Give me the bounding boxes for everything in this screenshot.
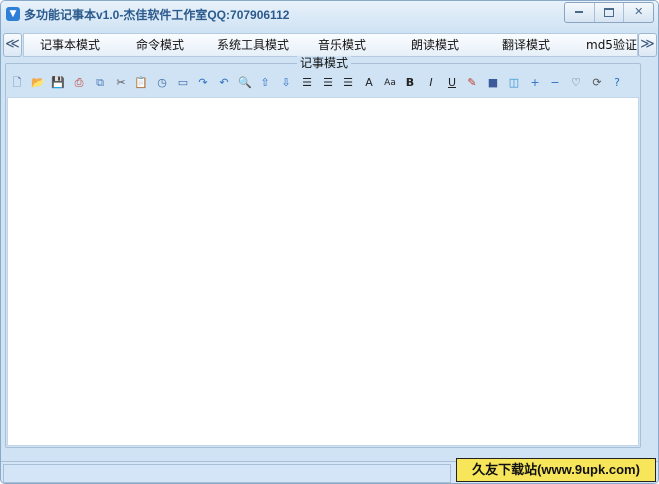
open-folder-button[interactable]: 📂 — [30, 75, 46, 91]
align-right-button[interactable]: ☰ — [340, 75, 356, 91]
editor-toolbar: 🗋 📂 💾 ⎙ ⧉ ✂ 📋 ◷ ▭ ↷ ↶ 🔍 ⇧ ⇩ ☰ ☰ ☰ A Aa B I U ✎ ■ ◫ + − ♡ ⟳? — [9, 73, 633, 93]
align-left-button[interactable]: ☰ — [299, 75, 315, 91]
align-center-button[interactable]: ☰ — [320, 75, 336, 91]
app-icon[interactable]: ▼ — [6, 7, 20, 21]
arrow-down-icon: ⇩ — [281, 76, 291, 89]
tab-command-mode[interactable]: 命令模式 — [136, 34, 184, 56]
new-document-button[interactable]: 🗋 — [9, 75, 25, 91]
font-icon: A — [365, 76, 373, 89]
rss-button[interactable]: ◫ — [506, 75, 522, 91]
pdf-icon: ⎙ — [74, 76, 84, 89]
paste-icon: 📋 — [134, 76, 148, 89]
refresh-icon: ⟳ — [592, 76, 602, 89]
bold-icon: B — [405, 76, 415, 89]
cut-button[interactable]: ✂ — [113, 75, 129, 91]
copy-button[interactable]: ⧉ — [92, 75, 108, 91]
rss-icon: ◫ — [508, 76, 520, 89]
redo-icon: ↷ — [198, 76, 208, 89]
title-bar[interactable]: ▼ 多功能记事本v1.0-杰佳软件工作室QQ:707906112 ✕ — [1, 1, 658, 29]
zoom-in-icon: + — [530, 76, 540, 89]
window-controls: ✕ — [564, 2, 654, 23]
align-right-icon: ☰ — [343, 76, 353, 89]
tab-music-mode[interactable]: 音乐模式 — [318, 34, 366, 56]
window-title: 多功能记事本v1.0-杰佳软件工作室QQ:707906112 — [24, 8, 290, 22]
tab-reading-mode[interactable]: 朗读模式 — [411, 34, 459, 56]
site-watermark: 久友下载站(www.9upk.com) — [456, 458, 656, 482]
zoom-in-button[interactable]: + — [527, 75, 543, 91]
pdf-button[interactable]: ⎙ — [71, 75, 87, 91]
new-document-icon: 🗋 — [12, 76, 22, 89]
arrow-down-button[interactable]: ⇩ — [278, 75, 294, 91]
scroll-right-button[interactable]: ≫ — [638, 33, 657, 57]
maximize-button[interactable] — [595, 3, 625, 22]
clock-button[interactable]: ◷ — [154, 75, 170, 91]
arrow-up-icon: ⇧ — [260, 76, 270, 89]
clock-icon: ◷ — [157, 76, 167, 89]
highlight-button[interactable]: ✎ — [464, 75, 480, 91]
underline-button[interactable]: U — [444, 75, 460, 91]
undo-icon: ↶ — [219, 76, 229, 89]
zoom-out-button[interactable]: − — [547, 75, 563, 91]
font-button[interactable]: A — [361, 75, 377, 91]
window-icon: ▭ — [177, 76, 189, 89]
help-button[interactable]: ? — [609, 75, 625, 91]
zoom-out-icon: − — [550, 76, 560, 89]
window-button[interactable]: ▭ — [175, 75, 191, 91]
save-icon: 💾 — [51, 76, 65, 89]
notes-mode-label: 记事模式 — [297, 56, 352, 70]
save-button[interactable]: 💾 — [50, 75, 66, 91]
underline-icon: U — [447, 76, 457, 89]
heart-icon: ♡ — [571, 76, 581, 89]
copy-icon: ⧉ — [96, 76, 104, 89]
close-button[interactable]: ✕ — [624, 3, 653, 22]
bold-button[interactable]: B — [402, 75, 418, 91]
undo-button[interactable]: ↶ — [216, 75, 232, 91]
mode-tabs: 记事本模式 命令模式 系统工具模式 音乐模式 朗读模式 翻译模式 md5验证模 — [23, 33, 638, 57]
font-size-button[interactable]: Aa — [382, 75, 398, 91]
italic-icon: I — [429, 76, 433, 89]
italic-button[interactable]: I — [423, 75, 439, 91]
paste-button[interactable]: 📋 — [133, 75, 149, 91]
search-button[interactable]: 🔍 — [237, 75, 253, 91]
tab-md5-mode[interactable]: md5验证模 — [586, 34, 637, 56]
help-icon: ? — [614, 76, 620, 89]
tab-translate-mode[interactable]: 翻译模式 — [502, 34, 550, 56]
highlight-icon: ✎ — [467, 76, 477, 89]
mode-tab-bar: ≪ 记事本模式 命令模式 系统工具模式 音乐模式 朗读模式 翻译模式 md5验证… — [1, 31, 658, 57]
text-editor[interactable] — [7, 97, 639, 446]
status-pane-left — [3, 464, 451, 483]
cut-icon: ✂ — [116, 76, 126, 89]
align-center-icon: ☰ — [323, 76, 333, 89]
tab-system-tools-mode[interactable]: 系统工具模式 — [217, 34, 289, 56]
scroll-left-button[interactable]: ≪ — [3, 33, 22, 57]
open-folder-icon: 📂 — [31, 76, 45, 89]
arrow-up-button[interactable]: ⇧ — [257, 75, 273, 91]
minimize-button[interactable] — [565, 3, 595, 22]
color-square-icon: ■ — [487, 76, 499, 89]
color-square-button[interactable]: ■ — [485, 75, 501, 91]
tab-notepad-mode[interactable]: 记事本模式 — [40, 34, 100, 56]
main-window: ▼ 多功能记事本v1.0-杰佳软件工作室QQ:707906112 ✕ ≪ 记事本… — [0, 0, 659, 484]
search-icon: 🔍 — [238, 76, 252, 89]
align-left-icon: ☰ — [302, 76, 312, 89]
redo-button[interactable]: ↷ — [195, 75, 211, 91]
font-size-icon: Aa — [384, 78, 396, 88]
refresh-button[interactable]: ⟳ — [589, 75, 605, 91]
heart-button[interactable]: ♡ — [568, 75, 584, 91]
